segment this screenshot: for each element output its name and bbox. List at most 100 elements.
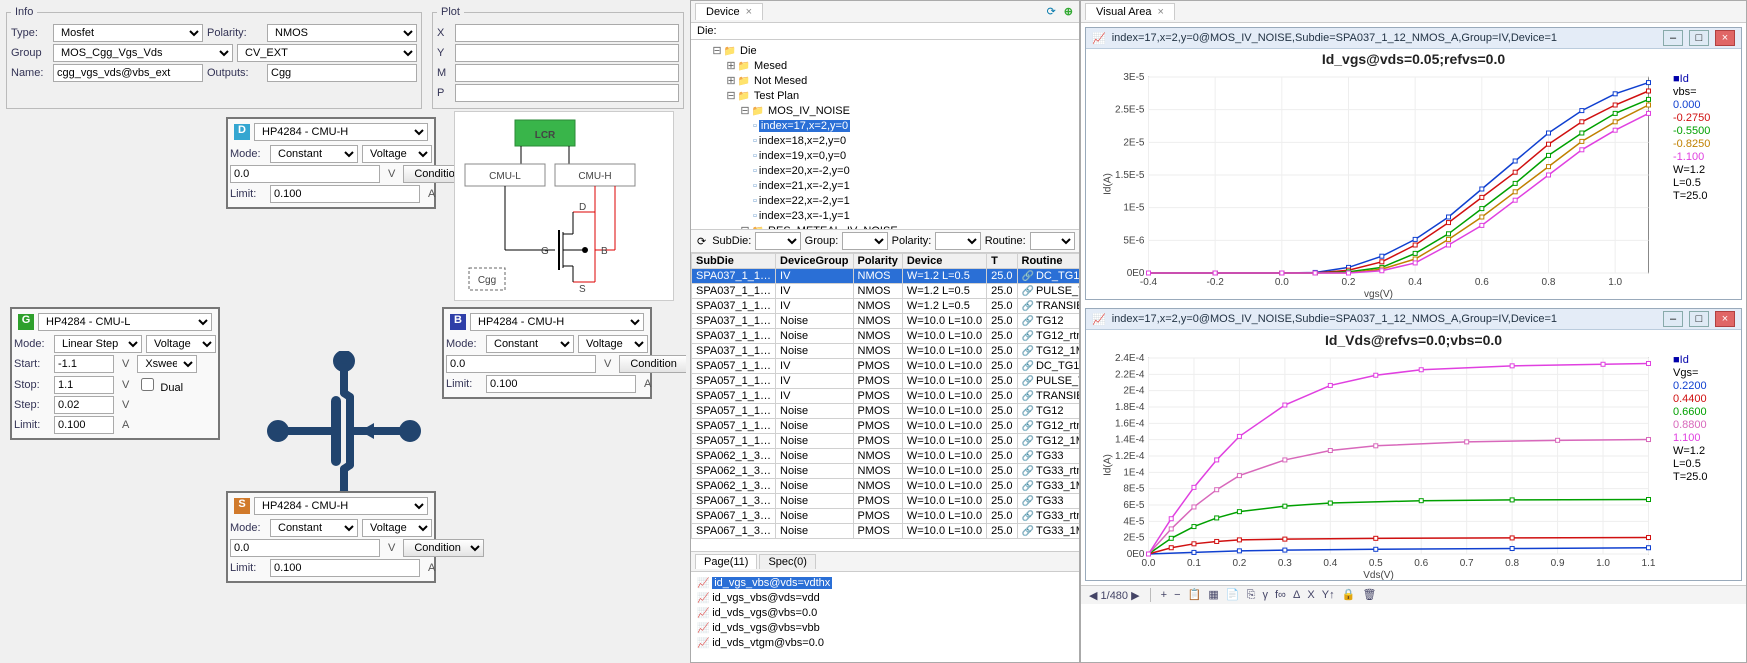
filter-subdie-select[interactable] [755,232,800,250]
toolbar-button[interactable]: 📄 [1224,589,1242,601]
table-row[interactable]: SPA067_1_3…NoisePMOSW=10.0 L=10.025.0TG3… [692,509,1080,524]
tree-node[interactable]: index=19,x=0,y=0 [697,149,1073,164]
page-item[interactable]: id_vgs_vbs@vds=vdthx [697,576,1073,591]
b-mode-select[interactable]: Constant [486,335,574,353]
g-measure-select[interactable]: Voltage [146,335,216,353]
b-measure-select[interactable]: Voltage [578,335,648,353]
chart1-plot[interactable]: -0.4-0.20.00.20.40.60.81.00E05E-61E-51.5… [1086,69,1671,299]
toolbar-button[interactable]: ▦ [1206,589,1220,601]
tree-node[interactable]: ⊞ Not Mesed [697,74,1073,89]
device-tree[interactable]: ⊟ Die⊞ Mesed⊞ Not Mesed⊟ Test Plan⊟ MOS_… [691,40,1079,230]
table-row[interactable]: SPA062_1_3…NoiseNMOSW=10.0 L=10.025.0TG3… [692,479,1080,494]
table-row[interactable]: SPA057_1_1…NoisePMOSW=10.0 L=10.025.0TG1… [692,404,1080,419]
grid-header[interactable]: T [987,254,1017,269]
s-condition-select[interactable]: Condition [403,539,484,557]
page-item[interactable]: id_vds_vgs@vbs=0.0 [697,606,1073,621]
tree-node[interactable]: ⊟ Die [697,44,1073,59]
grid-header[interactable]: Device [902,254,986,269]
toolbar-button[interactable]: + [1159,589,1169,601]
tree-node[interactable]: index=17,x=2,y=0 [697,119,1073,134]
minimize-button[interactable]: – [1663,30,1683,46]
table-row[interactable]: SPA037_1_1…IVNMOSW=1.2 L=0.525.0DC_TG12 [692,269,1080,284]
grid-header[interactable]: DeviceGroup [776,254,853,269]
toolbar-button[interactable]: X [1305,589,1316,601]
name-input[interactable] [53,64,203,82]
g-sweep-select[interactable]: Xsweep [137,355,197,373]
tree-node[interactable]: ⊞ Mesed [697,59,1073,74]
toolbar-button[interactable]: 📋 [1186,589,1204,601]
minimize-button[interactable]: – [1663,311,1683,327]
spec-tab[interactable]: Spec(0) [759,554,816,569]
b-value-input[interactable] [446,355,596,373]
table-row[interactable]: SPA037_1_1…IVNMOSW=1.2 L=0.525.0TRANSIE… [692,299,1080,314]
tree-node[interactable]: index=18,x=2,y=0 [697,134,1073,149]
plot-p-input[interactable] [455,84,679,102]
table-row[interactable]: SPA062_1_3…NoiseNMOSW=10.0 L=10.025.0TG3… [692,449,1080,464]
toolbar-button[interactable]: ⎘ [1245,589,1258,601]
add-icon[interactable]: ⊕ [1062,5,1075,18]
page-item[interactable]: id_vds_vtgm@vbs=0.0 [697,636,1073,651]
table-row[interactable]: SPA037_1_1…IVNMOSW=1.2 L=0.525.0PULSE_TG… [692,284,1080,299]
g-dual-checkbox[interactable]: Dual [137,375,183,394]
tree-node[interactable]: index=20,x=-2,y=0 [697,164,1073,179]
toolbar-button[interactable]: 🗑 [1360,589,1378,601]
table-row[interactable]: SPA057_1_1…NoisePMOSW=10.0 L=10.025.0TG1… [692,419,1080,434]
page-item[interactable]: id_vds_vgs@vbs=vbb [697,621,1073,636]
maximize-button[interactable]: □ [1689,311,1709,327]
tree-node[interactable]: index=23,x=-1,y=1 [697,209,1073,224]
filter-polarity-select[interactable] [935,232,980,250]
grid-header[interactable]: Polarity [853,254,902,269]
nav-pager[interactable]: ◀ 1/480 ▶ [1087,589,1142,602]
b-condition-select[interactable]: Condition [619,355,686,373]
table-row[interactable]: SPA037_1_1…NoiseNMOSW=10.0 L=10.025.0TG1… [692,314,1080,329]
s-value-input[interactable] [230,539,380,557]
page-list[interactable]: id_vgs_vbs@vds=vdthxid_vgs_vbs@vds=vddid… [691,572,1079,662]
s-mode-select[interactable]: Constant [270,519,358,537]
b-limit-input[interactable] [486,375,636,393]
g-step-input[interactable] [54,396,114,414]
visual-area-tab[interactable]: Visual Area× [1085,3,1175,20]
table-row[interactable]: SPA037_1_1…NoiseNMOSW=10.0 L=10.025.0TG1… [692,344,1080,359]
close-icon[interactable]: × [1157,6,1163,18]
table-row[interactable]: SPA067_1_3…NoisePMOSW=10.0 L=10.025.0TG3… [692,494,1080,509]
filter-routine-select[interactable] [1030,232,1075,250]
table-row[interactable]: SPA057_1_1…IVPMOSW=10.0 L=10.025.0DC_TG1… [692,359,1080,374]
g-stop-input[interactable] [54,376,114,394]
d-value-input[interactable] [230,165,380,183]
terminal-g-device-select[interactable]: HP4284 - CMU-L [38,313,212,331]
polarity-select[interactable]: NMOS [267,24,417,42]
terminal-b-device-select[interactable]: HP4284 - CMU-H [470,313,644,331]
maximize-button[interactable]: □ [1689,30,1709,46]
d-mode-select[interactable]: Constant [270,145,358,163]
g-start-input[interactable] [54,355,114,373]
plot-m-input[interactable] [455,64,679,82]
terminal-s-device-select[interactable]: HP4284 - CMU-H [254,497,428,515]
grid-header[interactable]: SubDie [692,254,776,269]
plot-y-input[interactable] [455,44,679,62]
terminal-d-device-select[interactable]: HP4284 - CMU-H [254,123,428,141]
chart2-plot[interactable]: 0.00.10.20.30.40.50.60.70.80.91.01.10E02… [1086,350,1671,580]
s-measure-select[interactable]: Voltage [362,519,432,537]
device-tab[interactable]: Device× [695,3,763,20]
table-row[interactable]: SPA057_1_1…IVPMOSW=10.0 L=10.025.0TRANSI… [692,389,1080,404]
d-limit-input[interactable] [270,185,420,203]
toolbar-button[interactable]: − [1172,589,1182,601]
tree-node[interactable]: ⊟ MOS_IV_NOISE [697,104,1073,119]
toolbar-button[interactable]: Y↑ [1320,589,1337,601]
grid-header[interactable]: Routine [1017,254,1079,269]
plot-x-input[interactable] [455,24,679,42]
table-row[interactable]: SPA057_1_1…NoisePMOSW=10.0 L=10.025.0TG1… [692,434,1080,449]
page-tab[interactable]: Page(11) [695,554,757,569]
table-row[interactable]: SPA062_1_3…NoiseNMOSW=10.0 L=10.025.0TG3… [692,464,1080,479]
page-item[interactable]: id_vgs_vbs@vds=vdd [697,591,1073,606]
filter-refresh-icon[interactable]: ⟳ [695,235,708,248]
group-select[interactable]: MOS_Cgg_Vgs_Vds [53,44,233,62]
filter-group-select[interactable] [842,232,887,250]
d-measure-select[interactable]: Voltage [362,145,432,163]
table-row[interactable]: SPA057_1_1…IVPMOSW=10.0 L=10.025.0PULSE_… [692,374,1080,389]
s-limit-input[interactable] [270,559,420,577]
g-limit-input[interactable] [54,416,114,434]
outputs-input[interactable] [267,64,417,82]
close-icon[interactable]: × [746,6,752,18]
refresh-icon[interactable]: ⟳ [1045,5,1058,18]
